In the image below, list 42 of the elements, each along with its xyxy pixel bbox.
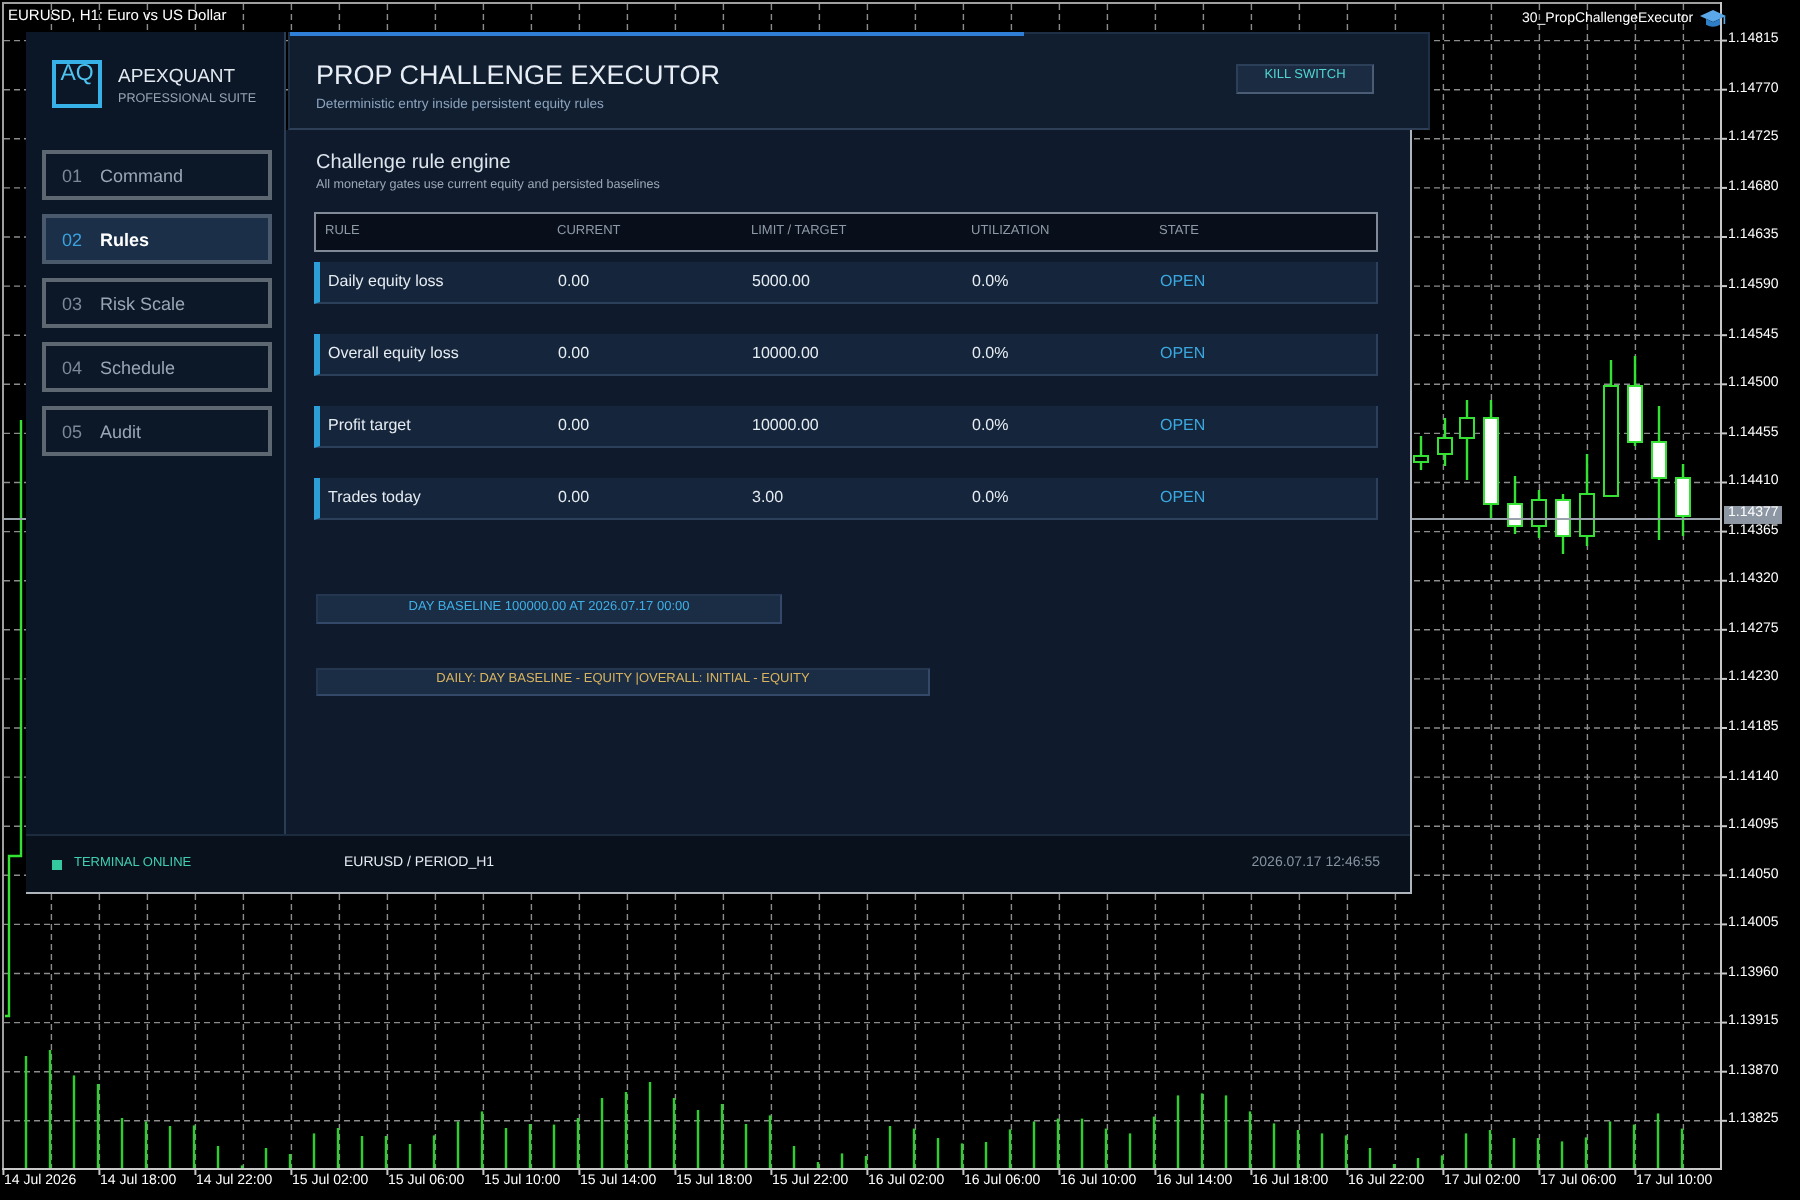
table-cell: Daily equity loss xyxy=(328,272,444,292)
candlestick xyxy=(1651,406,1667,540)
candlestick xyxy=(1507,476,1523,534)
table-cell: OPEN xyxy=(1160,416,1206,436)
candlestick xyxy=(1531,490,1547,538)
candlestick xyxy=(1675,464,1691,536)
candlestick xyxy=(1603,360,1619,497)
table-cell: OPEN xyxy=(1160,488,1206,508)
table-cell: Overall equity loss xyxy=(328,344,459,364)
nav-item[interactable]: 03 Risk Scale xyxy=(42,278,272,328)
graduation-cap-icon xyxy=(1699,10,1726,28)
table-cell: Trades today xyxy=(328,488,421,508)
table-cell: 0.0% xyxy=(972,272,1009,292)
nav-item[interactable]: 04 Schedule xyxy=(42,342,272,392)
nav-item[interactable]: 05 Audit xyxy=(42,406,272,456)
brand-name: APEXQUANT xyxy=(118,66,236,88)
table-cell: 0.0% xyxy=(972,344,1009,364)
table-cell: Profit target xyxy=(328,416,411,436)
table-cell: 0.00 xyxy=(558,344,590,364)
table-cell: 3.00 xyxy=(752,488,784,508)
app-logo: AQ xyxy=(52,60,102,108)
table-cell: 0.00 xyxy=(558,416,590,436)
table-cell: 0.00 xyxy=(558,272,590,292)
table-cell: 0.00 xyxy=(558,488,590,508)
table-cell: 0.0% xyxy=(972,488,1009,508)
table-cell: OPEN xyxy=(1160,344,1206,364)
table-cell: 0.0% xyxy=(972,416,1009,436)
table-cell: OPEN xyxy=(1160,272,1206,292)
candlestick xyxy=(1555,494,1571,554)
candlestick xyxy=(1437,418,1453,466)
table-cell: 10000.00 xyxy=(752,344,819,364)
nav-item[interactable]: 02 Rules xyxy=(42,214,272,264)
section-title: Challenge rule engine xyxy=(316,150,511,176)
candlestick xyxy=(1483,400,1499,520)
nav-item[interactable]: 01 Command xyxy=(42,150,272,200)
candlestick xyxy=(1579,454,1595,546)
page-title: PROP CHALLENGE EXECUTOR xyxy=(316,62,721,90)
candlestick xyxy=(1459,400,1475,480)
table-cell: 10000.00 xyxy=(752,416,819,436)
candlestick xyxy=(1413,436,1429,470)
candlestick xyxy=(1627,356,1643,446)
table-cell: 5000.00 xyxy=(752,272,810,292)
